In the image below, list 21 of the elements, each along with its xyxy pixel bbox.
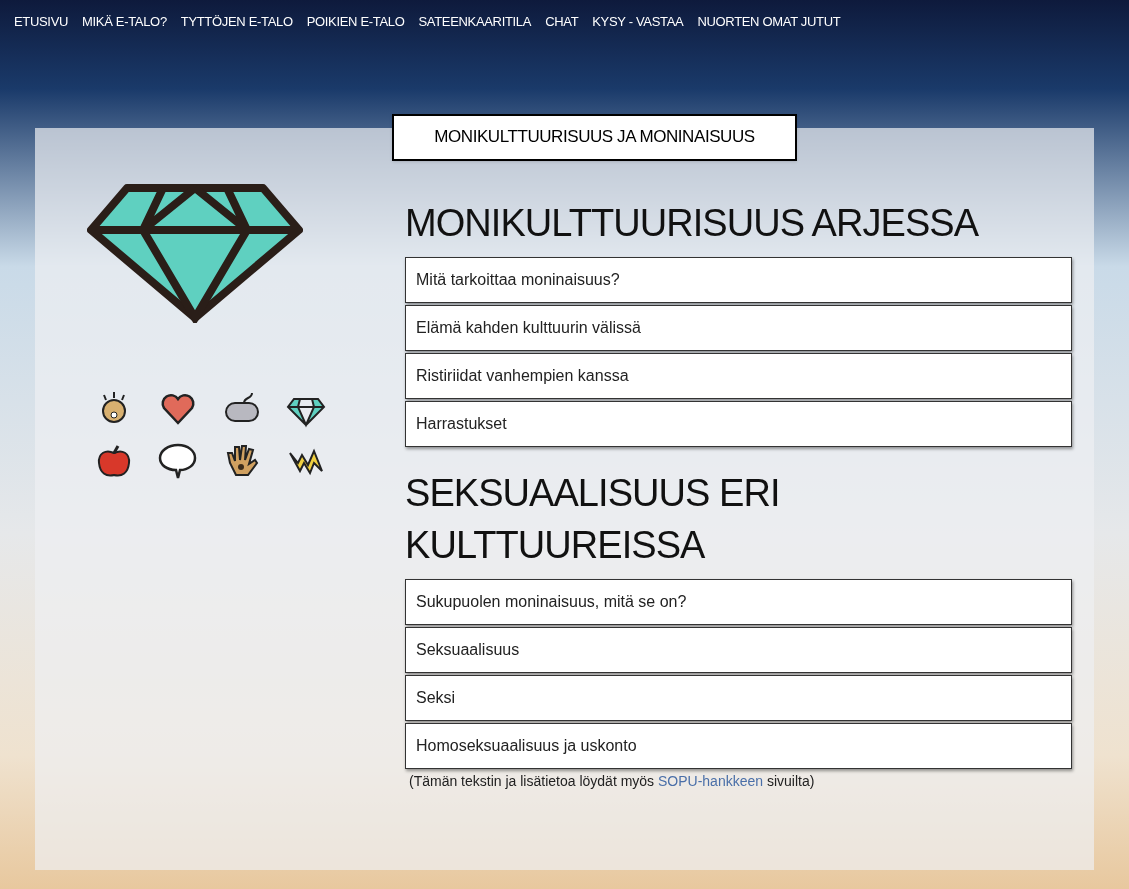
- source-note: (Tämän tekstin ja lisätietoa löydät myös SOPU-hankkeen sivuilta): [409, 771, 816, 791]
- nav-link[interactable]: NUORTEN OMAT JUTUT: [697, 12, 841, 32]
- nav-link[interactable]: CHAT: [545, 12, 579, 32]
- topic-link[interactable]: Seksi: [405, 674, 1072, 721]
- topic-link[interactable]: Seksuaalisuus: [405, 626, 1072, 673]
- topic-link[interactable]: Elämä kahden kulttuurin välissä: [405, 304, 1072, 351]
- nav-link[interactable]: KYSY - VASTAA: [592, 12, 684, 32]
- nav-link[interactable]: ETUSIVU: [14, 12, 69, 32]
- section-heading: MONIKULTTUURISUUS ARJESSA: [405, 200, 980, 246]
- topic-link[interactable]: Harrastukset: [405, 400, 1072, 447]
- nav-link[interactable]: SATEENKAARITILA: [418, 12, 532, 32]
- project-link[interactable]: SOPU-hankkeen: [658, 772, 764, 789]
- nav-link[interactable]: TYTTÖJEN E-TALO: [180, 12, 293, 32]
- topic-link[interactable]: Sukupuolen moninaisuus, mitä se on?: [405, 578, 1072, 625]
- nav-link[interactable]: POIKIEN E-TALO: [306, 12, 405, 32]
- diamond-icon: [87, 182, 303, 323]
- section-heading: SEKSUAALISUUS ERI KULTTUUREISSA: [405, 470, 781, 568]
- topic-link[interactable]: Mitä tarkoittaa moninaisuus?: [405, 256, 1072, 303]
- nav-link[interactable]: MIKÄ E-TALO?: [82, 12, 167, 32]
- topic-link[interactable]: Homoseksuaalisuus ja uskonto: [405, 722, 1072, 769]
- topic-link[interactable]: Ristiriidat vanhempien kanssa: [405, 352, 1072, 399]
